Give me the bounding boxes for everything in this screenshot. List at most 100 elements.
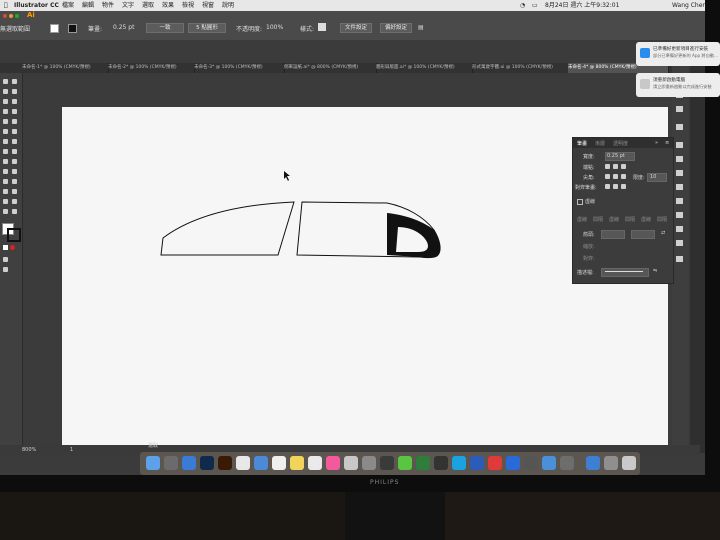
shape-builder-tool-icon[interactable]	[3, 159, 8, 164]
app-icon-7[interactable]	[488, 456, 502, 470]
color-mode-icon[interactable]	[3, 245, 8, 250]
minimize-window-button[interactable]	[9, 14, 13, 18]
quarter-window-filled-shape[interactable]	[387, 213, 441, 258]
symbol-sprayer-tool-icon[interactable]	[3, 189, 8, 194]
align-outside-icon[interactable]	[621, 184, 626, 189]
tab-document-2[interactable]: 未命名-2* @ 100% (CMYK/預視)	[108, 63, 195, 73]
none-color-icon[interactable]	[10, 245, 15, 250]
round-cap-icon[interactable]	[613, 164, 618, 169]
menu-edit[interactable]: 編輯	[82, 0, 94, 11]
documents-folder-icon[interactable]	[604, 456, 618, 470]
tab-document-1[interactable]: 未命名-1* @ 100% (CMYK/預視)	[22, 63, 109, 73]
miter-join-icon[interactable]	[605, 174, 610, 179]
launchpad-icon[interactable]	[164, 456, 178, 470]
panel-menu-icon[interactable]: ≡	[665, 140, 669, 146]
tab-document-6[interactable]: 形式萬歲字體.ai @ 100% (CMYK/預視)	[472, 63, 569, 73]
apple-menu-icon[interactable]: 	[4, 0, 8, 11]
eyedropper-tool-icon[interactable]	[3, 179, 8, 184]
front-window-shape[interactable]	[160, 201, 295, 256]
draw-mode-icon[interactable]	[3, 257, 8, 262]
style-swatch[interactable]	[318, 23, 326, 31]
character-icon[interactable]	[676, 256, 683, 262]
line-tool-icon[interactable]	[12, 109, 17, 114]
zoom-level[interactable]: 800%	[22, 445, 36, 455]
butt-cap-icon[interactable]	[605, 164, 610, 169]
mail-icon[interactable]	[236, 456, 250, 470]
gradient-tool-icon[interactable]	[12, 169, 17, 174]
stroke-weight-field[interactable]: 0.25 pt	[113, 24, 134, 31]
app-icon-5[interactable]	[452, 456, 466, 470]
rotate-tool-icon[interactable]	[3, 139, 8, 144]
width-tool-icon[interactable]	[3, 149, 8, 154]
restart-notification[interactable]: 須重新啟動電腦 請立即重新啟動以完成進行安裝	[636, 73, 720, 97]
app-menu[interactable]: Illustrator CC	[14, 0, 59, 11]
mesh-tool-icon[interactable]	[3, 169, 8, 174]
zoom-window-button[interactable]	[15, 14, 19, 18]
magic-wand-tool-icon[interactable]	[3, 89, 8, 94]
notes-icon[interactable]	[290, 456, 304, 470]
keynote-icon[interactable]	[254, 456, 268, 470]
hand-tool-icon[interactable]	[3, 209, 8, 214]
app-icon-9[interactable]	[524, 456, 538, 470]
trash-icon[interactable]	[622, 456, 636, 470]
stroke-color-box[interactable]	[7, 228, 21, 242]
artboard-number[interactable]: 1	[70, 445, 73, 455]
calendar-icon[interactable]	[272, 456, 286, 470]
libraries-icon[interactable]	[676, 106, 683, 112]
clock[interactable]: 8月24日 週六 上午9:32:01	[545, 0, 619, 11]
align-inside-icon[interactable]	[613, 184, 618, 189]
app-icon-3[interactable]	[416, 456, 430, 470]
update-notification[interactable]: 已準備好更新項目進行安裝 部分已準備好更新的 App 將自動...	[636, 42, 720, 66]
rectangle-tool-icon[interactable]	[3, 119, 8, 124]
app-icon-2[interactable]	[398, 456, 412, 470]
bevel-join-icon[interactable]	[621, 174, 626, 179]
tab-document-5[interactable]: 圖形與版面.ai* @ 100% (CMYK/預視)	[376, 63, 473, 73]
opacity-field[interactable]: 100%	[266, 24, 283, 31]
menu-file[interactable]: 檔案	[62, 0, 74, 11]
round-join-icon[interactable]	[613, 174, 618, 179]
perspective-grid-tool-icon[interactable]	[12, 159, 17, 164]
menu-help[interactable]: 說明	[222, 0, 234, 11]
music-icon[interactable]	[326, 456, 340, 470]
battery-icon[interactable]: ▭	[532, 0, 538, 11]
lasso-tool-icon[interactable]	[12, 89, 17, 94]
menu-view[interactable]: 檢視	[182, 0, 194, 11]
zoom-tool-icon[interactable]	[12, 209, 17, 214]
shaper-tool-icon[interactable]	[3, 129, 8, 134]
swatches-icon[interactable]	[676, 142, 683, 148]
scale-tool-icon[interactable]	[12, 139, 17, 144]
graphic-styles-icon[interactable]	[676, 184, 683, 190]
close-window-button[interactable]	[3, 14, 7, 18]
app-icon-10[interactable]	[542, 456, 556, 470]
slice-tool-icon[interactable]	[12, 199, 17, 204]
paintbrush-tool-icon[interactable]	[12, 119, 17, 124]
tab-gradient[interactable]: 漸層	[595, 140, 605, 147]
brush-dropdown[interactable]: 5 點圓形	[188, 23, 226, 33]
direct-selection-tool-icon[interactable]	[12, 79, 17, 84]
transform-icon[interactable]	[676, 240, 683, 246]
tab-document-3[interactable]: 未命名-3* @ 100% (CMYK/預視)	[194, 63, 285, 73]
brushes-icon[interactable]	[676, 156, 683, 162]
color-panel-icon[interactable]	[676, 124, 683, 130]
downloads-folder-icon[interactable]	[586, 456, 600, 470]
menu-type[interactable]: 文字	[122, 0, 134, 11]
artboard-tool-icon[interactable]	[3, 199, 8, 204]
system-preferences-icon[interactable]	[362, 456, 376, 470]
user-name[interactable]: Wang Chen	[672, 0, 705, 11]
symbols-icon[interactable]	[676, 170, 683, 176]
free-transform-tool-icon[interactable]	[12, 149, 17, 154]
pathfinder-icon[interactable]	[676, 226, 683, 232]
preferences-button[interactable]: 偏好設定	[380, 23, 412, 33]
pen-tool-icon[interactable]	[3, 99, 8, 104]
screen-mode-icon[interactable]	[3, 267, 8, 272]
tab-stroke[interactable]: 筆畫	[577, 140, 587, 147]
menu-object[interactable]: 物件	[102, 0, 114, 11]
tool-status[interactable]: 選取	[148, 441, 158, 451]
end-arrowhead-dropdown[interactable]	[631, 230, 655, 239]
projecting-cap-icon[interactable]	[621, 164, 626, 169]
photos-icon[interactable]	[308, 456, 322, 470]
fill-swatch[interactable]	[50, 24, 59, 33]
photo-booth-icon[interactable]	[344, 456, 358, 470]
swap-arrowheads-icon[interactable]: ⇄	[661, 230, 665, 236]
appearance-icon[interactable]	[676, 198, 683, 204]
